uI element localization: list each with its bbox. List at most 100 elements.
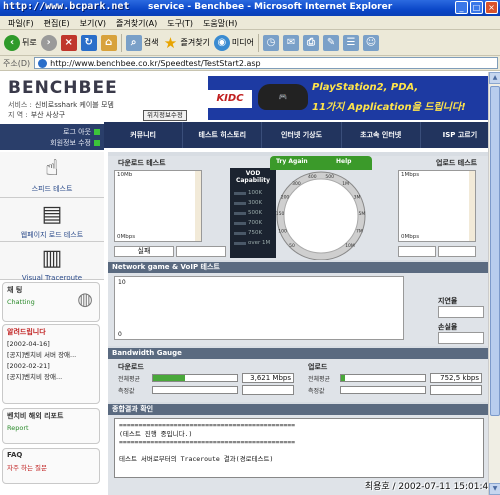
maximize-button[interactable]: □ (470, 1, 483, 14)
edit-icon[interactable]: ✎ (323, 34, 340, 51)
menu-favorites[interactable]: 즐겨찾기(A) (112, 16, 163, 29)
member-edit-link[interactable]: 회원정보 수정 (50, 138, 100, 148)
nav-community[interactable]: 커뮤니티 (104, 122, 184, 148)
gauge-tick-label: 200 (281, 194, 290, 200)
bw-download-measured-value (242, 385, 294, 395)
bw-upload-measured-track (340, 386, 426, 394)
bw-upload-title: 업로드 (308, 363, 328, 371)
result-textarea[interactable]: ========================================… (114, 418, 484, 478)
vod-level: 750K (234, 230, 262, 236)
search-button[interactable]: ⌕ 검색 (125, 34, 159, 51)
notice-link[interactable]: [공지]벤치비 장애... (3, 372, 99, 383)
vod-level: 700K (234, 220, 262, 226)
service-key: 서비스 : (8, 101, 32, 109)
sidebar-item-webload-test[interactable]: ▤ 웹페이지 로드 테스트 (0, 198, 104, 242)
logout-link[interactable]: 로그 아웃 (63, 127, 100, 137)
upload-extra-box (438, 246, 476, 257)
gauge-tick-label: 150 (276, 211, 285, 217)
ad-banner[interactable]: KIDC 🎮 PlayStation2, PDA, 11가지 Applicati… (208, 76, 498, 120)
search-label: 검색 (143, 38, 159, 47)
bw-download-fill (153, 375, 185, 381)
nav-internet-weather[interactable]: 인터넷 기상도 (262, 122, 342, 148)
menu-file[interactable]: 파일(F) (4, 16, 40, 29)
capture-stamp: 최용호 / 2002-07-11 15:01:44 (364, 482, 494, 492)
favorites-button[interactable]: ★ 즐겨찾기 (162, 33, 210, 52)
region-key: 지 역 : (8, 111, 28, 119)
result-line: (테스트 진행 중입니다.) (119, 429, 193, 438)
banner-line-2: 11가지 Application을 드립니다! (312, 102, 466, 113)
back-label: 뒤로 (22, 38, 37, 47)
menu-tools[interactable]: 도구(T) (163, 16, 199, 29)
benchbee-logo[interactable]: BENCHBEE (8, 78, 118, 98)
kidc-logo: KIDC (208, 90, 252, 108)
nav-broadband[interactable]: 초고속 인터넷 (342, 122, 421, 148)
vod-level: 500K (234, 210, 262, 216)
result-title: 종합결과 확인 (108, 404, 492, 415)
print-icon[interactable]: ⎙ (303, 34, 320, 51)
mail-icon[interactable]: ✉ (283, 34, 300, 51)
nav-test-history[interactable]: 테스트 히스토리 (183, 122, 263, 148)
gauge-tick-label: 5M (359, 211, 366, 217)
left-sidebar: 로그 아웃 회원정보 수정 ☝ 스피드 테스트 ▤ 웹페이지 로드 테스트 ▥ … (0, 122, 104, 495)
sidebar-item-label: Visual Traceroute (21, 274, 83, 282)
notice-link[interactable]: [공지]벤치비 서버 장애... (3, 350, 99, 361)
gauge-tick-label: 500 (325, 174, 334, 180)
messenger-icon[interactable]: ☺ (363, 34, 380, 51)
edit-location-button[interactable]: 위치정보수정 (143, 110, 187, 121)
faq-title: FAQ (7, 451, 23, 459)
try-again-button[interactable]: Try Again (276, 158, 308, 165)
menu-edit[interactable]: 편집(E) (40, 16, 76, 29)
refresh-icon[interactable]: ↻ (80, 34, 97, 51)
graph-sidebar (195, 171, 201, 241)
browser-toolbar: ‹ 뒤로 › × ↻ ⌂ ⌕ 검색 ★ 즐겨찾기 ◉ 미디어 ◷ ✉ ⎙ ✎ ☰… (0, 30, 500, 56)
scroll-down-icon[interactable]: ▼ (489, 483, 500, 495)
game-voip-graph: 10 0 (114, 276, 404, 340)
minimize-button[interactable]: _ (455, 1, 468, 14)
vod-title: VOD Capability (235, 170, 271, 184)
report-title: 벤치비 해외 리포트 (7, 412, 64, 420)
sidebar-item-speed-test[interactable]: ☝ 스피드 테스트 (0, 152, 104, 198)
chatting-panel[interactable]: 채 팅 Chatting ◍ (2, 282, 100, 322)
test-area: 다운로드 테스트 10Mb 0Mbps 실패 VOD Capability 10… (108, 152, 492, 495)
gamepad-icon: 🎮 (258, 84, 308, 110)
address-bar: 주소(D) http://www.benchbee.co.kr/Speedtes… (0, 56, 500, 71)
home-icon[interactable]: ⌂ (100, 34, 117, 51)
sidebar-item-traceroute[interactable]: ▥ Visual Traceroute (0, 242, 104, 282)
history-icon[interactable]: ◷ (263, 34, 280, 51)
forward-button[interactable]: › (40, 34, 57, 51)
star-icon: ★ (163, 33, 178, 52)
speaker-icon: ◍ (77, 289, 93, 310)
back-button[interactable]: ‹ 뒤로 (4, 34, 37, 51)
bullet-icon (94, 140, 100, 146)
region-value: 부산 사상구 (30, 111, 66, 119)
bw-upload-measured-label: 측정값 (308, 388, 325, 395)
stop-icon[interactable]: × (60, 34, 77, 51)
address-input[interactable]: http://www.benchbee.co.kr/Speedtest/Test… (34, 57, 498, 69)
discuss-icon[interactable]: ☰ (343, 34, 360, 51)
menu-help[interactable]: 도움말(H) (199, 16, 243, 29)
scroll-up-icon[interactable]: ▲ (489, 72, 500, 84)
scroll-thumb[interactable] (490, 86, 500, 416)
gauge-tick-label: 300 (292, 181, 301, 187)
close-button[interactable]: × (485, 1, 498, 14)
download-axis-top: 10Mb (117, 172, 133, 178)
vod-level: 100K (234, 190, 262, 196)
bw-download-avg-label: 전체평균 (118, 376, 141, 383)
gauge-tick-label: 400 (308, 174, 317, 180)
graph-sidebar (469, 171, 475, 241)
gauge-tick-label: 100 (278, 228, 287, 234)
menu-view[interactable]: 보기(V) (76, 16, 112, 29)
faq-panel[interactable]: FAQ 자주 하는 질문 (2, 448, 100, 484)
help-button[interactable]: Help (336, 158, 351, 165)
download-graph: 10Mb 0Mbps (114, 170, 202, 242)
gauge-tick-label: 7M (356, 228, 363, 234)
service-value: 신비로sshark 케이블 모뎀 (34, 101, 114, 109)
bw-download-measured-track (152, 386, 238, 394)
watermark-logo: http://www.bcpark.net (3, 1, 130, 12)
address-url: http://www.benchbee.co.kr/Speedtest/Test… (50, 58, 261, 68)
report-panel[interactable]: 벤치비 해외 리포트 Report (2, 408, 100, 444)
vertical-scrollbar[interactable]: ▲ ▼ (488, 72, 500, 495)
speed-gauge: 50 100 150 200 300 400 500 1M 3M 5M 7M 10M (276, 171, 366, 260)
media-button[interactable]: ◉ 미디어 (213, 34, 254, 51)
bw-download-measured-label: 측정값 (118, 388, 135, 395)
